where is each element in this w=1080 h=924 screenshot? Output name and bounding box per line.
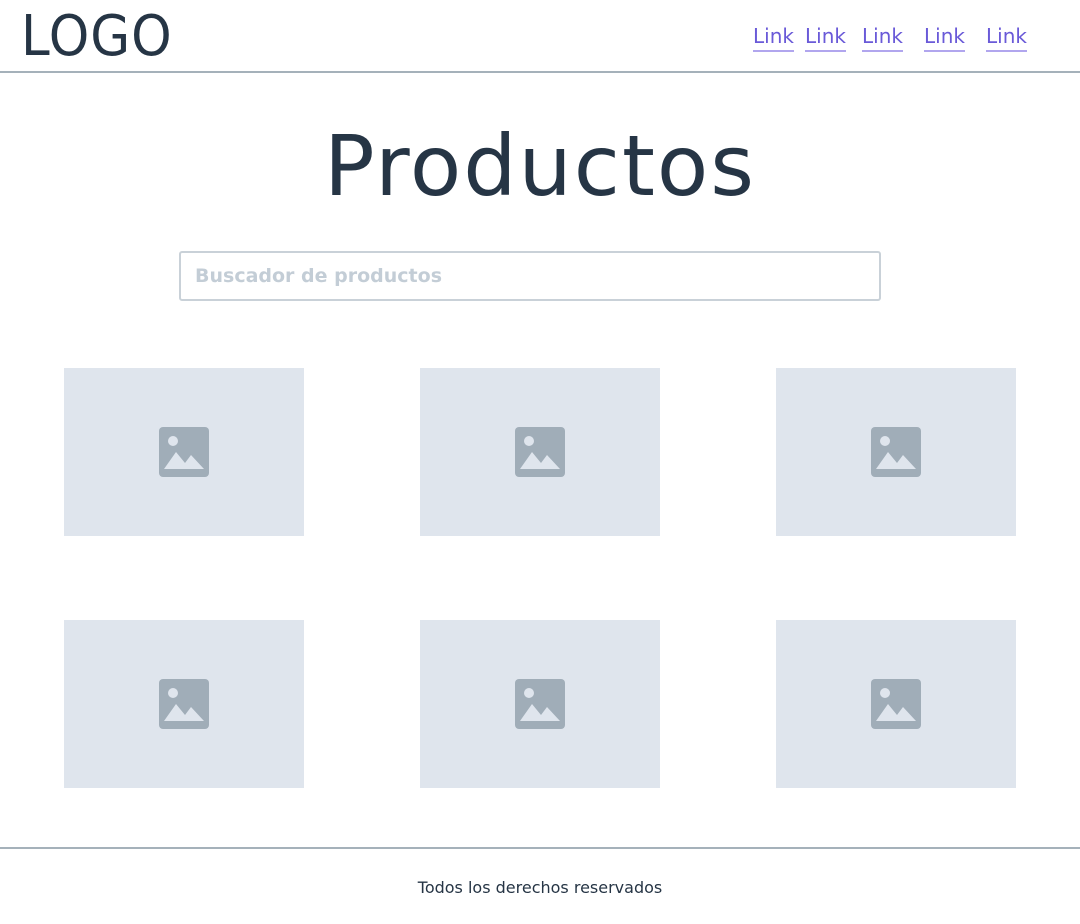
image-placeholder-icon xyxy=(871,427,921,477)
image-placeholder-icon xyxy=(515,427,565,477)
product-card[interactable] xyxy=(776,368,1016,536)
nav-link-4[interactable]: Link xyxy=(924,22,965,52)
product-search-input[interactable] xyxy=(179,251,881,301)
image-placeholder-icon xyxy=(871,679,921,729)
product-card[interactable] xyxy=(420,620,660,788)
image-placeholder-icon xyxy=(515,679,565,729)
image-placeholder-icon xyxy=(159,679,209,729)
copyright-text: Todos los derechos reservados xyxy=(417,878,663,897)
site-header: LOGO Link Link Link Link Link xyxy=(0,0,1080,73)
product-card[interactable] xyxy=(64,368,304,536)
site-footer: Todos los derechos reservados xyxy=(0,847,1080,924)
nav-link-2[interactable]: Link xyxy=(805,22,846,52)
nav-link-3[interactable]: Link xyxy=(862,22,903,52)
nav-link-5[interactable]: Link xyxy=(986,22,1027,52)
product-card[interactable] xyxy=(776,620,1016,788)
product-card[interactable] xyxy=(420,368,660,536)
page: LOGO Link Link Link Link Link Productos xyxy=(0,0,1080,924)
main-nav: Link Link Link Link Link xyxy=(0,22,1080,52)
image-placeholder-icon xyxy=(159,427,209,477)
product-card[interactable] xyxy=(64,620,304,788)
nav-link-1[interactable]: Link xyxy=(753,22,794,52)
page-title: Productos xyxy=(323,117,757,215)
